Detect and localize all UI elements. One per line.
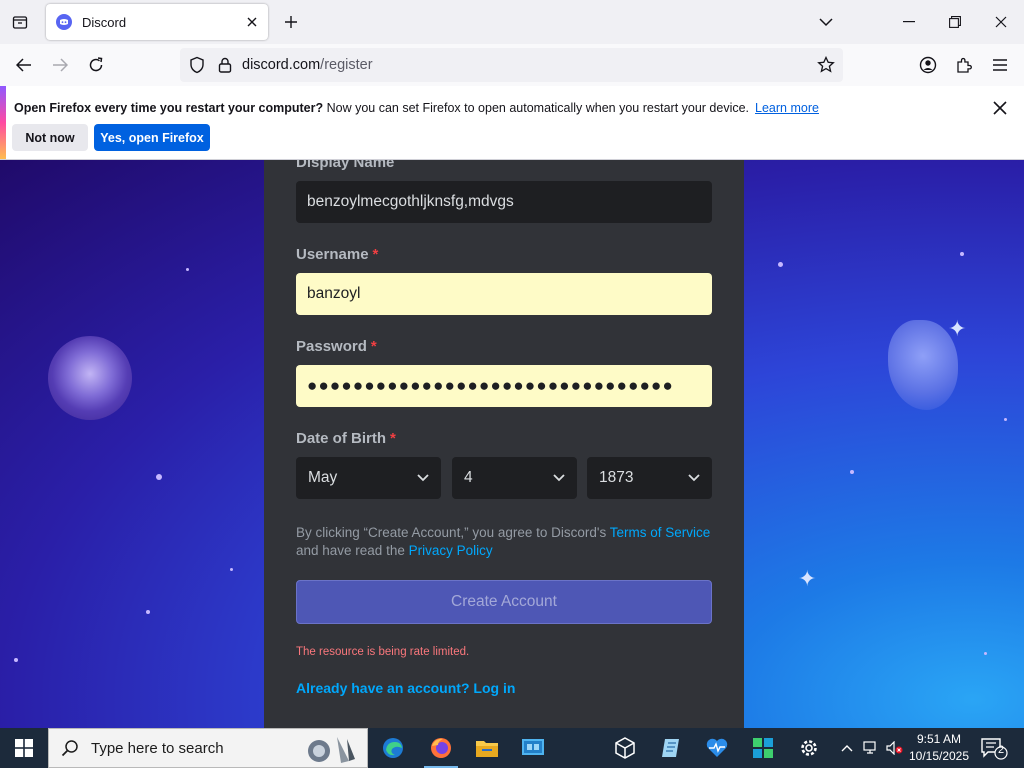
create-account-button[interactable]: Create Account: [296, 580, 712, 624]
edge-browser-icon[interactable]: [370, 728, 416, 768]
notification-close-icon[interactable]: [990, 98, 1010, 118]
notification-message: Open Firefox every time you restart your…: [14, 101, 819, 115]
yes-open-firefox-button[interactable]: Yes, open Firefox: [94, 124, 210, 151]
firefox-notification-bar: Open Firefox every time you restart your…: [0, 86, 1024, 160]
star: [156, 474, 162, 480]
tab-close-icon[interactable]: [240, 10, 264, 34]
dob-day-value: 4: [464, 469, 473, 486]
learn-more-link[interactable]: Learn more: [755, 101, 819, 115]
forward-arrow-icon[interactable]: [46, 51, 74, 79]
chevron-down-icon: [553, 474, 565, 482]
restore-icon[interactable]: [932, 0, 978, 44]
star: [984, 652, 987, 655]
rate-limit-error: The resource is being rate limited.: [296, 646, 470, 658]
minimize-icon[interactable]: [886, 0, 932, 44]
tab-title: Discord: [82, 14, 127, 30]
health-monitor-icon[interactable]: [694, 728, 740, 768]
display-name-input[interactable]: benzoylmecgothljknsfg,mdvgs: [296, 181, 712, 223]
username-input[interactable]: banzoyl: [296, 273, 712, 315]
windows-taskbar: Type here to search 9:51 AM 10/15/2025 2: [0, 728, 1024, 768]
privacy-policy-link[interactable]: Privacy Policy: [409, 543, 493, 558]
star: [778, 262, 783, 267]
tracking-protection-shield-icon[interactable]: [188, 56, 206, 74]
sparkle-icon: ✦: [798, 566, 817, 591]
3d-viewer-cube-icon[interactable]: [602, 728, 648, 768]
close-window-icon[interactable]: [978, 0, 1024, 44]
notepad-app-icon[interactable]: [648, 728, 694, 768]
colorful-app-icon[interactable]: [740, 728, 786, 768]
chevron-down-icon: [417, 474, 429, 482]
search-placeholder: Type here to search: [91, 739, 224, 757]
dob-label: Date of Birth *: [296, 430, 396, 447]
navigation-bar: discord.com/register: [0, 44, 1024, 86]
username-label: Username *: [296, 246, 379, 263]
windows-start-icon[interactable]: [0, 728, 48, 768]
taskbar-search-box[interactable]: Type here to search: [48, 728, 368, 768]
chevron-down-icon: [688, 474, 700, 482]
reload-icon[interactable]: [82, 51, 110, 79]
register-card: Display Name benzoylmecgothljknsfg,mdvgs…: [264, 160, 744, 728]
discord-register-page: ✦ ✦ Display Name benzoylmecgothljknsfg,m…: [0, 160, 1024, 728]
browser-tab-discord[interactable]: Discord: [46, 4, 268, 40]
settings-gear-icon[interactable]: [786, 728, 832, 768]
window-controls: [886, 0, 1024, 44]
sparkle-icon: ✦: [948, 316, 967, 341]
dob-year-value: 1873: [599, 469, 634, 486]
url-text[interactable]: discord.com/register: [242, 57, 373, 73]
not-now-button[interactable]: Not now: [12, 124, 88, 151]
dob-year-select[interactable]: 1873: [587, 457, 712, 499]
clock-time: 9:51 AM: [916, 732, 962, 746]
system-clock[interactable]: 9:51 AM 10/15/2025: [906, 731, 972, 765]
terms-text: By clicking “Create Account,” you agree …: [296, 525, 711, 558]
account-icon[interactable]: [914, 51, 942, 79]
tab-strip: Discord: [0, 0, 1024, 44]
file-explorer-icon[interactable]: [464, 728, 510, 768]
notification-count-badge: 2: [997, 744, 1005, 756]
login-link[interactable]: Already have an account? Log in: [296, 680, 515, 696]
url-bar[interactable]: discord.com/register: [180, 48, 843, 82]
new-tab-icon[interactable]: [279, 10, 303, 34]
dob-month-select[interactable]: May: [296, 457, 441, 499]
hamburger-menu-icon[interactable]: [986, 51, 1014, 79]
star: [14, 658, 18, 662]
bookmark-star-icon[interactable]: [815, 54, 837, 76]
star: [186, 268, 189, 271]
firefox-icon[interactable]: [418, 728, 464, 768]
star: [1004, 418, 1007, 421]
lock-icon[interactable]: [216, 56, 234, 74]
display-name-label: Display Name: [296, 160, 395, 171]
dob-day-select[interactable]: 4: [452, 457, 577, 499]
back-arrow-icon[interactable]: [10, 51, 38, 79]
control-panel-app-icon[interactable]: [510, 728, 556, 768]
password-label: Password *: [296, 338, 377, 355]
discord-favicon-icon: [56, 14, 72, 30]
dob-month-value: May: [308, 469, 338, 486]
tray-chevron-up-icon[interactable]: [838, 728, 856, 768]
tab-overflow-chevron-icon[interactable]: [814, 10, 838, 34]
volume-muted-icon[interactable]: [884, 728, 906, 768]
search-highlight-illustration-icon: [308, 737, 355, 763]
extensions-puzzle-icon[interactable]: [950, 51, 978, 79]
terms-of-service-link[interactable]: Terms of Service: [610, 525, 711, 540]
star: [850, 470, 854, 474]
background-planet-orb: [48, 336, 132, 420]
search-icon: [61, 740, 78, 757]
password-input[interactable]: ●●●●●●●●●●●●●●●●●●●●●●●●●●●●●●●●: [296, 365, 712, 407]
star: [230, 568, 233, 571]
action-center-icon[interactable]: 2: [980, 736, 1008, 760]
tab-list-icon[interactable]: [8, 10, 32, 34]
network-icon[interactable]: [860, 728, 882, 768]
star: [960, 252, 964, 256]
clock-date: 10/15/2025: [908, 749, 970, 763]
star: [146, 610, 150, 614]
